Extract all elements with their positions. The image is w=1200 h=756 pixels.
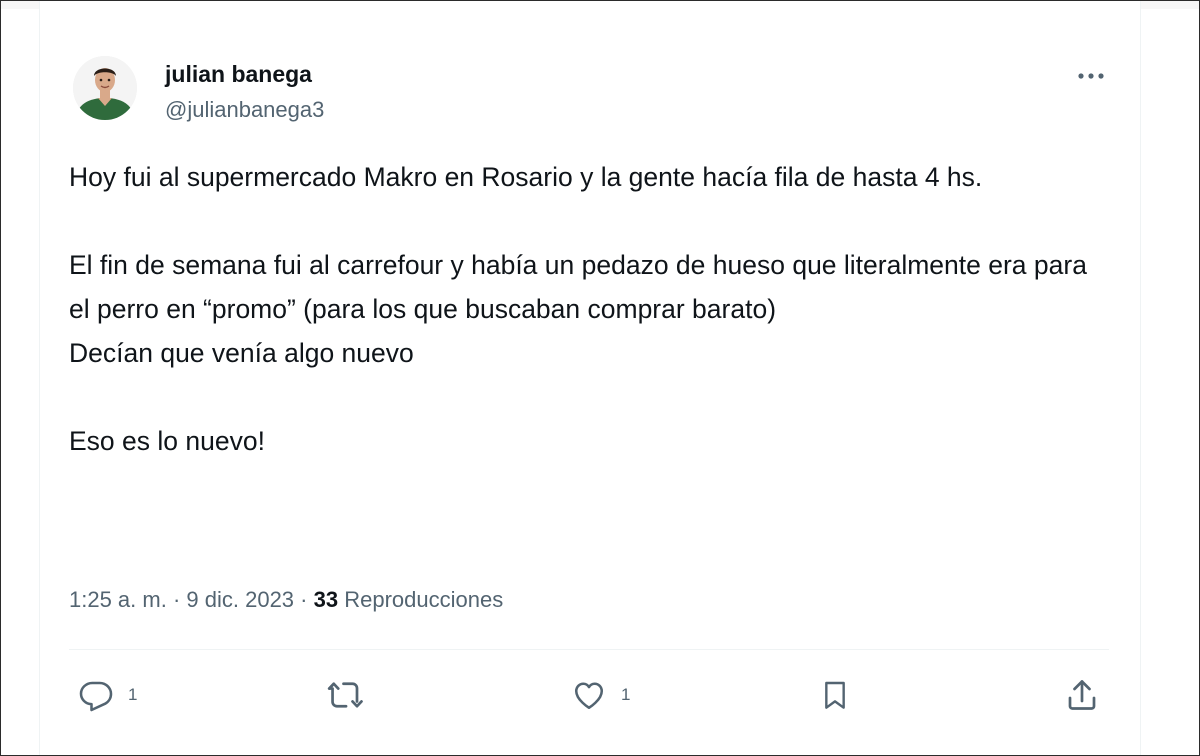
author-handle[interactable]: @julianbanega3 — [165, 97, 324, 123]
tweet-paragraph: Decían que venía algo nuevo — [69, 338, 414, 368]
tweet-paragraph: El fin de semana fui al carrefour y habí… — [69, 250, 1095, 324]
tweet-paragraph: Hoy fui al supermercado Makro en Rosario… — [69, 162, 983, 192]
tweet-time[interactable]: 1:25 a. m. — [69, 587, 167, 612]
views-label: Reproducciones — [338, 587, 504, 612]
avatar[interactable] — [73, 56, 137, 120]
meta-separator: · — [166, 587, 187, 612]
like-button[interactable]: 1 — [571, 675, 630, 715]
bookmark-icon — [825, 681, 845, 709]
tweet-paragraph — [69, 375, 1109, 419]
tweet-paragraph: Eso es lo nuevo! — [69, 426, 265, 456]
retweet-button[interactable] — [326, 675, 364, 715]
like-count: 1 — [621, 685, 631, 704]
meta-separator: · — [294, 587, 314, 612]
retweet-icon — [327, 682, 363, 708]
screenshot-frame: julian banega @julianbanega3 Hoy fui al … — [0, 0, 1200, 756]
heart-icon — [574, 682, 604, 710]
share-button[interactable] — [1064, 675, 1100, 715]
bookmark-button[interactable] — [819, 675, 851, 715]
divider — [69, 649, 1109, 650]
tweet-date[interactable]: 9 dic. 2023 — [186, 587, 294, 612]
tweet-paragraph — [69, 199, 1109, 243]
avatar-photo — [73, 56, 137, 120]
tweet-meta: 1:25 a. m. · 9 dic. 2023 · 33 Reproducci… — [69, 587, 503, 613]
views-count: 33 — [313, 587, 339, 612]
tweet-text: Hoy fui al supermercado Makro en Rosario… — [69, 155, 1109, 463]
reply-icon — [79, 681, 113, 712]
share-icon — [1068, 680, 1096, 710]
author-name[interactable]: julian banega — [165, 61, 312, 88]
more-options-button[interactable] — [1073, 63, 1109, 89]
reply-button[interactable]: 1 — [78, 675, 137, 715]
action-bar: 1 1 — [40, 661, 1140, 733]
more-horizontal-icon — [1078, 73, 1104, 79]
tweet-card: julian banega @julianbanega3 Hoy fui al … — [39, 1, 1141, 755]
reply-count: 1 — [128, 685, 138, 704]
